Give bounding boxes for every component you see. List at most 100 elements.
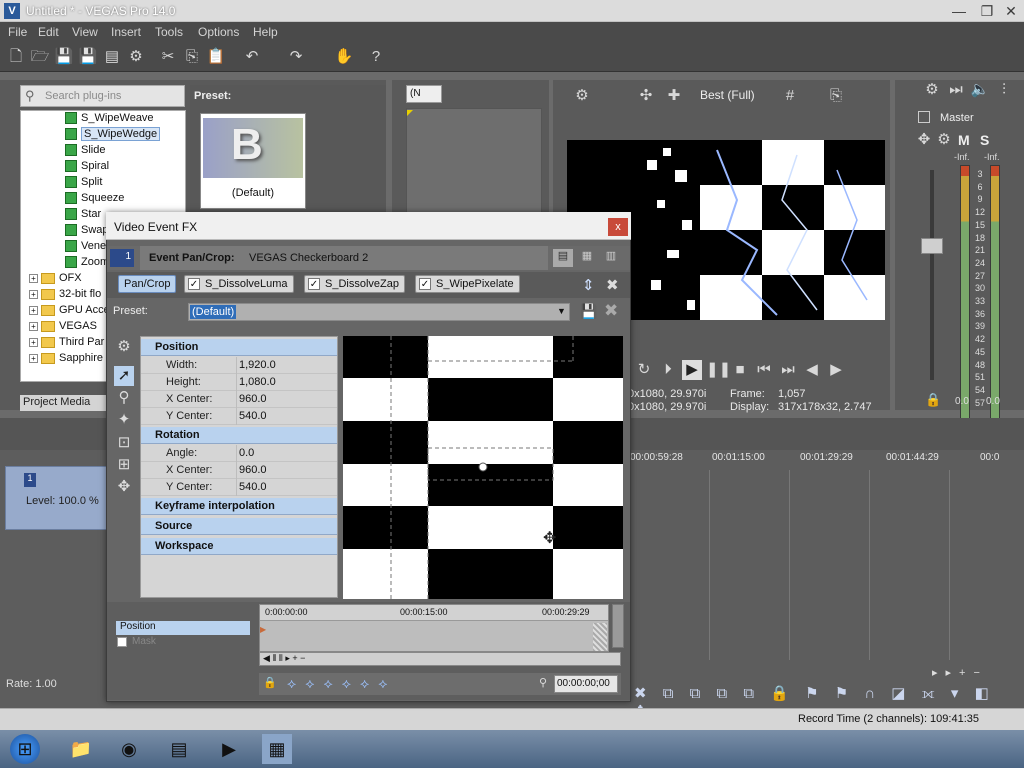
tree-item-selected[interactable]: S_WipeWedge (65, 127, 161, 144)
save-preset-icon[interactable]: 💾 (580, 303, 597, 320)
master-checkbox[interactable] (918, 111, 930, 123)
new-icon[interactable]: 🗋 (6, 47, 26, 67)
preview-quality-dropdown[interactable]: Best (Full) (700, 88, 755, 102)
expand-icon[interactable]: + (29, 273, 38, 283)
master-fx-icon[interactable]: ⏭ (946, 80, 966, 100)
keyframe-marker-icon[interactable]: ▶ (260, 625, 266, 634)
render-icon[interactable]: ▤ (102, 47, 122, 67)
menu-tools[interactable]: Tools (155, 25, 183, 39)
tree-folder[interactable]: + OFX (29, 272, 82, 288)
prop-y-center[interactable]: Y Center: 540.0 (141, 408, 337, 425)
tree-item[interactable]: Zoom (65, 256, 109, 272)
plugin-icon[interactable]: ✋ (334, 47, 354, 67)
copy-icon[interactable]: ⎘ (182, 47, 202, 67)
mute-button[interactable]: M (958, 132, 970, 148)
prop-angle[interactable]: Angle: 0.0 (141, 445, 337, 462)
save-icon[interactable]: 💾 (54, 47, 74, 67)
tree-item[interactable]: S_WipeWeave (65, 112, 154, 128)
explorer-taskbar-icon[interactable]: 📁 (66, 734, 96, 764)
timeline-edit-toolbar[interactable]: ✖ ⧉ ⧉ ⧉ ⧉ 🔒 ⚑ ⚑ ∩ ◪ ⟗ ▾ ◧ ✥ (634, 684, 1014, 720)
chrome-taskbar-icon[interactable]: ◉ (114, 734, 144, 764)
vegas-app-icon[interactable]: V (4, 3, 20, 19)
tree-item[interactable]: Split (65, 176, 102, 192)
play-icon[interactable]: ▶ (682, 360, 702, 380)
expand-icon[interactable]: + (29, 337, 38, 347)
checkbox-checked-icon[interactable]: ✓ (188, 278, 200, 290)
prop-width[interactable]: Width: 1,920.0 (141, 357, 337, 374)
pause-icon[interactable]: ❚❚ (706, 360, 731, 380)
mask-checkbox[interactable] (117, 637, 127, 647)
video-track-header[interactable]: 1 Level: 100.0 % (5, 466, 115, 530)
keyframe-track[interactable]: 0:00:00:00 00:00:15:00 00:00:29:29 ▶ (259, 604, 609, 652)
master-fx-gear-icon[interactable]: ⚙ (934, 130, 954, 150)
prev-frame-icon[interactable]: ◀ (802, 360, 822, 380)
tree-folder[interactable]: + Sapphire (29, 352, 103, 368)
notes-taskbar-icon[interactable]: ▤ (164, 734, 194, 764)
keyframe-nav-icons[interactable]: ⟡⟡⟡⟡⟡⟡ (287, 675, 397, 692)
settings-icon[interactable]: ⚙ (126, 47, 146, 67)
plugin-chain-icon[interactable]: ⇕ (582, 276, 595, 294)
trimmer-dropdown[interactable]: (N (406, 85, 442, 103)
menu-edit[interactable]: Edit (38, 25, 59, 39)
next-frame-icon[interactable]: ▶ (826, 360, 846, 380)
prop-height[interactable]: Height: 1,080.0 (141, 374, 337, 391)
copy-frame-icon[interactable]: ⎘ (826, 86, 846, 106)
mixer-icon[interactable]: ⫶ (994, 80, 1014, 100)
preset-dropdown[interactable]: (Default) ▼ (188, 303, 570, 321)
menu-file[interactable]: File (8, 25, 27, 39)
menu-view[interactable]: View (72, 25, 98, 39)
normal-edit-tool-icon[interactable]: ➚ (114, 366, 134, 386)
master-settings-icon[interactable]: ⚙ (922, 80, 942, 100)
kf-row-mask[interactable]: Mask (132, 636, 156, 647)
help-icon[interactable]: ? (366, 47, 386, 67)
checkbox-checked-icon[interactable]: ✓ (308, 278, 320, 290)
size-about-center-icon[interactable]: ⊞ (114, 455, 134, 475)
tree-item[interactable]: Swap (65, 224, 109, 240)
tree-folder[interactable]: +32-bit flo (29, 288, 101, 304)
view-grid-icon[interactable]: ▦ (577, 249, 597, 267)
tab-project-media[interactable]: Project Media (20, 395, 110, 411)
chain-chip-pan-crop[interactable]: Pan/Crop (118, 275, 177, 293)
plugin-search-input[interactable]: Search plug-ins (20, 85, 185, 107)
undo-icon[interactable]: ↶ (242, 47, 262, 67)
play-from-start-icon[interactable]: ⏵ (658, 360, 678, 380)
view-list-icon[interactable]: ▤ (553, 249, 573, 267)
tree-item[interactable]: Vene (65, 240, 106, 256)
kf-horizontal-scrollbar[interactable]: ◀ ⦀ ⦀ ▸ + − (259, 652, 621, 666)
cut-icon[interactable]: ✂ (158, 47, 178, 67)
remove-plugin-icon[interactable]: ✖ (606, 276, 619, 294)
preview-settings-icon[interactable]: ⚙ (572, 86, 592, 106)
master-fader[interactable] (921, 238, 943, 254)
prop-rotation-y-center[interactable]: Y Center: 540.0 (141, 479, 337, 496)
expand-icon[interactable]: + (29, 305, 38, 315)
prop-rotation-x-center[interactable]: X Center: 960.0 (141, 462, 337, 479)
timeline-tracks[interactable] (630, 470, 1020, 660)
lock-aspect-icon[interactable]: ⊡ (114, 433, 134, 453)
app-taskbar-icon[interactable]: ▦ (262, 734, 292, 764)
kf-time-field[interactable]: 00:00:00;00 (554, 675, 618, 693)
preset-thumbnail[interactable]: B (Default) (200, 113, 306, 209)
move-freely-icon[interactable]: ✥ (114, 477, 134, 497)
menu-options[interactable]: Options (198, 25, 239, 39)
timeline-ruler[interactable]: 00:00:59:28 00:01:15:00 00:01:29:29 00:0… (630, 450, 1020, 468)
view-details-icon[interactable]: ▥ (601, 249, 621, 267)
pan-crop-canvas[interactable]: ✥ (343, 336, 623, 599)
prop-x-center[interactable]: X Center: 960.0 (141, 391, 337, 408)
tree-folder[interactable]: + GPU Acce (29, 304, 110, 320)
lock-icon[interactable]: 🔒 (925, 392, 941, 408)
kf-vertical-scrollbar[interactable] (612, 604, 624, 648)
section-workspace[interactable]: Workspace (141, 538, 337, 555)
section-source[interactable]: Source (141, 518, 337, 535)
save-as-icon[interactable]: 💾 (78, 47, 98, 67)
automation-icon[interactable]: ✥ (914, 130, 934, 150)
checkbox-checked-icon[interactable]: ✓ (419, 278, 431, 290)
section-position[interactable]: Position (141, 339, 337, 356)
expand-icon[interactable]: + (29, 353, 38, 363)
menu-insert[interactable]: Insert (111, 25, 141, 39)
loop-icon[interactable]: ↻ (634, 360, 654, 380)
stop-icon[interactable]: ■ (730, 360, 750, 380)
go-to-end-icon[interactable]: ⏭ (778, 360, 798, 380)
speaker-icon[interactable]: 🔈 (970, 80, 990, 100)
chain-chip-wipe-pixelate[interactable]: ✓ S_WipePixelate (415, 275, 520, 293)
paste-icon[interactable]: 📋 (206, 47, 226, 67)
